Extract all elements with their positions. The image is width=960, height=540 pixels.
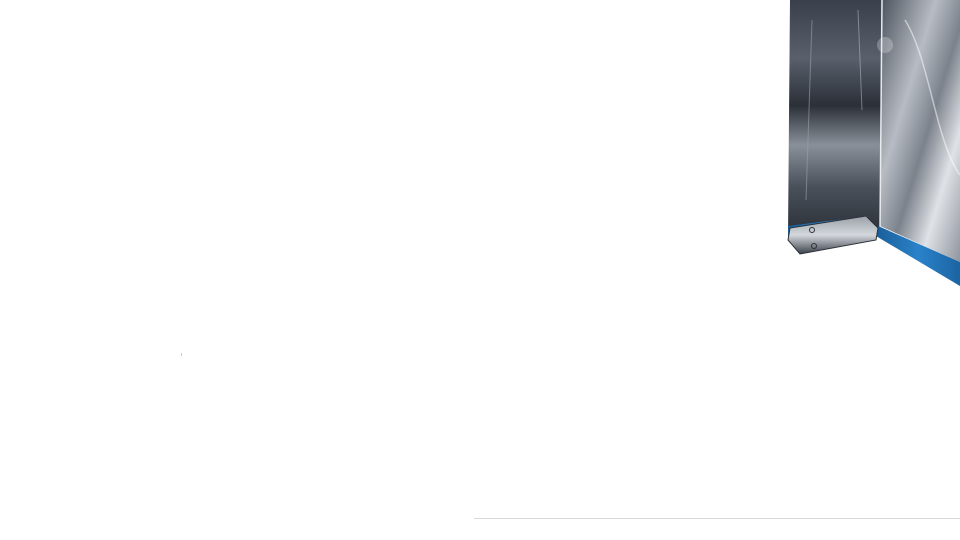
steel-right-face bbox=[877, 0, 960, 262]
image-canvas bbox=[0, 0, 960, 540]
product-photo bbox=[787, 0, 960, 286]
steel-left-face bbox=[788, 0, 882, 234]
dust-speck bbox=[181, 353, 182, 356]
bottom-divider-line bbox=[474, 518, 960, 519]
